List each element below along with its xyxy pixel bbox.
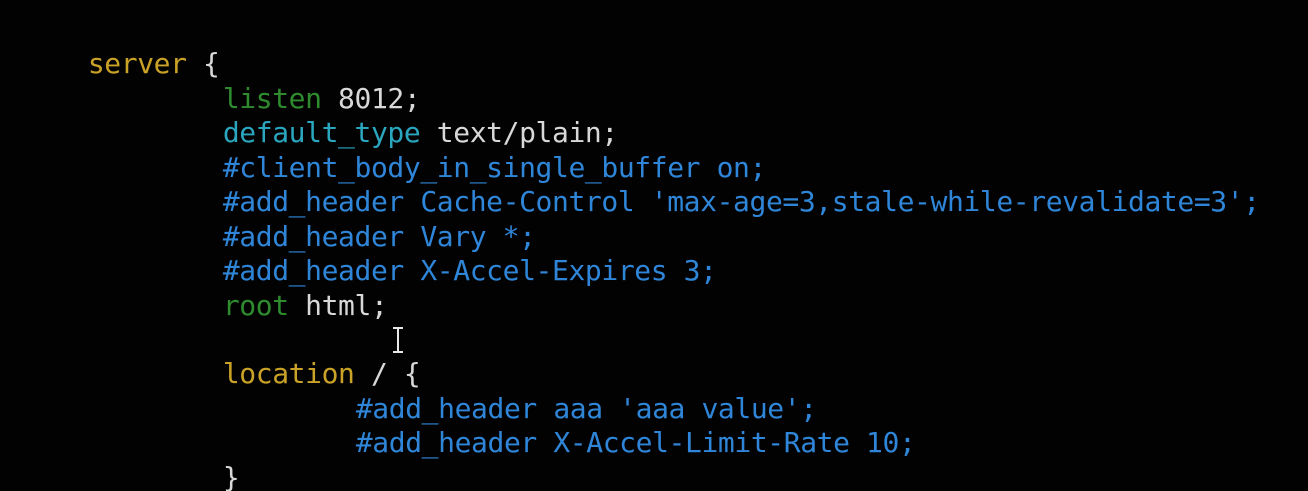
terminal-editor[interactable]: server { listen 8012; default_type text/… xyxy=(0,0,1308,491)
code-line-comment: #add_header Vary *; xyxy=(157,186,536,253)
code-line-comment: #add_header aaa 'aaa value'; xyxy=(290,358,817,425)
closing-brace: } xyxy=(222,461,240,491)
code-line-comment: #add_header Cache-Control 'max-age=3,sta… xyxy=(157,151,1260,218)
code-line-comment: #client_body_in_single_buffer on; xyxy=(157,117,767,184)
code-line-comment: #add_header X-Accel-Limit-Rate 10; xyxy=(290,392,916,459)
code-text: html; xyxy=(288,289,388,322)
code-line-root: root html; xyxy=(157,255,388,322)
code-line-location: location / { xyxy=(157,323,421,390)
code-line-closing-brace: } xyxy=(157,427,240,491)
text-cursor-icon xyxy=(393,327,403,353)
comment-text: #add_header X-Accel-Limit-Rate 10; xyxy=(355,426,916,459)
code-line-default-type: default_type text/plain; xyxy=(157,82,618,149)
code-line-listen: listen 8012; xyxy=(157,48,421,115)
code-line-server: server { xyxy=(22,13,220,80)
directive-root: root xyxy=(222,289,289,322)
code-line-comment: #add_header X-Accel-Expires 3; xyxy=(157,220,717,287)
